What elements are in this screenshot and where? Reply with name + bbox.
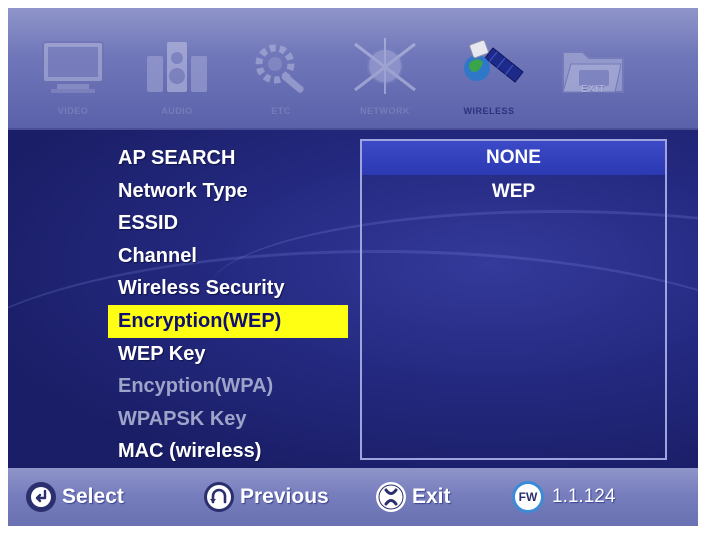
enter-icon	[26, 482, 56, 512]
menu-label-exit: EXIT	[580, 84, 606, 95]
setting-encryption-wpa: Encyption(WPA)	[118, 375, 274, 398]
menu-label-wireless: WIRELESS	[463, 106, 515, 116]
menu-item-audio[interactable]: AUDIO	[136, 38, 218, 118]
return-arrow-icon	[204, 482, 234, 512]
setting-ap-search[interactable]: AP SEARCH	[108, 142, 348, 175]
setting-channel[interactable]: Channel	[108, 240, 348, 273]
network-globe-icon	[354, 38, 416, 94]
satellite-icon	[464, 39, 524, 83]
option-none[interactable]: NONE	[362, 141, 665, 175]
tv-icon	[42, 41, 104, 93]
setting-essid[interactable]: ESSID	[108, 207, 348, 240]
firmware-info: FW 1.1.124	[512, 478, 615, 516]
previous-hint: Previous	[204, 478, 329, 516]
top-menu-bar: VIDEO AUDIO ETC NETWORK WIRELESS EXIT	[8, 8, 698, 130]
x-exit-icon	[376, 482, 406, 512]
settings-list: AP SEARCH Network Type ESSID Channel Wir…	[108, 142, 348, 468]
menu-item-exit[interactable]: EXIT	[552, 38, 634, 118]
setting-wpapsk-key: WPAPSK Key	[118, 407, 247, 430]
exit-hint: Exit	[376, 478, 451, 516]
exit-label: Exit	[412, 485, 451, 508]
menu-item-network[interactable]: NETWORK	[344, 38, 426, 118]
previous-label: Previous	[240, 485, 329, 508]
menu-label-video: VIDEO	[57, 106, 89, 116]
setting-wireless-security[interactable]: Wireless Security	[108, 272, 348, 305]
menu-label-etc: ETC	[271, 106, 291, 116]
setting-encryption-wep[interactable]: Encryption(WEP)	[108, 304, 348, 338]
menu-label-audio: AUDIO	[161, 106, 193, 116]
encryption-options-panel: NONE WEP	[360, 139, 667, 460]
menu-item-video[interactable]: VIDEO	[32, 38, 114, 118]
setting-network-type[interactable]: Network Type	[108, 175, 348, 208]
firmware-version: 1.1.124	[552, 486, 616, 507]
select-hint: Select	[26, 478, 124, 516]
wireless-settings-panel: AP SEARCH Network Type ESSID Channel Wir…	[8, 130, 698, 468]
menu-item-wireless[interactable]: WIRELESS	[448, 38, 530, 118]
speaker-icon	[147, 42, 207, 92]
tools-icon	[255, 44, 304, 93]
option-wep[interactable]: WEP	[362, 175, 665, 209]
bottom-hint-bar: Select Previous Exit FW 1.1.124	[8, 468, 698, 526]
select-label: Select	[62, 485, 124, 508]
setting-mac-wireless[interactable]: MAC (wireless)	[108, 435, 348, 468]
menu-label-network: NETWORK	[360, 106, 410, 116]
setting-wep-key[interactable]: WEP Key	[108, 338, 348, 371]
menu-item-etc[interactable]: ETC	[240, 38, 322, 118]
fw-badge-icon: FW	[512, 481, 544, 513]
screen-frame: VIDEO AUDIO ETC NETWORK WIRELESS EXIT AP…	[8, 8, 698, 526]
